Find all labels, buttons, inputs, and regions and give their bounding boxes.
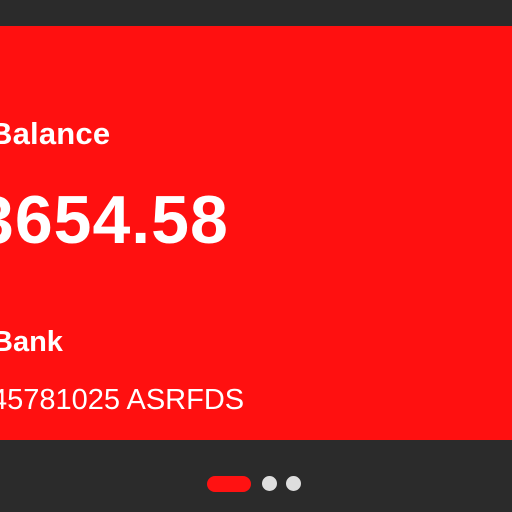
page-dot-active[interactable] bbox=[207, 476, 251, 492]
balance-label: Balance bbox=[0, 116, 111, 151]
account-number: 45781025 ASRFDS bbox=[0, 384, 245, 416]
page-dot[interactable] bbox=[286, 476, 301, 491]
balance-card[interactable]: Balance 3654.58 Bank 45781025 ASRFDS bbox=[0, 26, 512, 440]
bank-label: Bank bbox=[0, 326, 63, 358]
page-indicator bbox=[0, 476, 512, 492]
balance-amount: 3654.58 bbox=[0, 182, 229, 258]
page-dot[interactable] bbox=[262, 476, 277, 491]
screen: Balance 3654.58 Bank 45781025 ASRFDS bbox=[0, 0, 512, 512]
